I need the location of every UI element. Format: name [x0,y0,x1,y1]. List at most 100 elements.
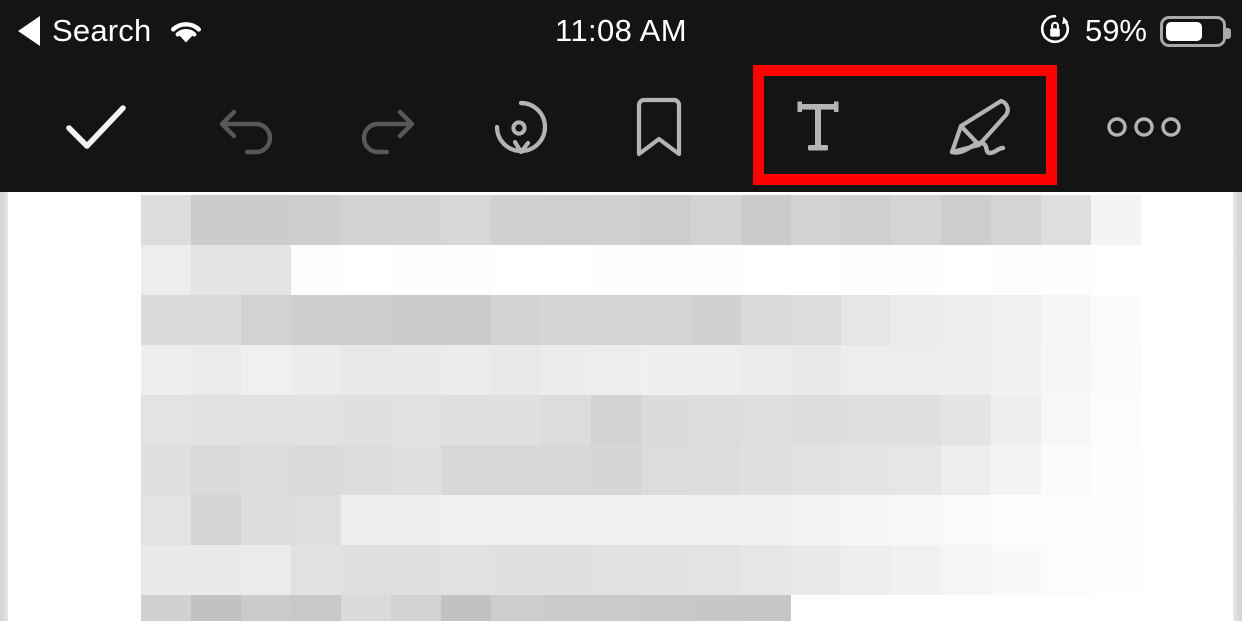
back-to-app-label[interactable]: Search [52,15,151,46]
blurred-text-block [741,295,791,345]
blurred-text-block [141,195,191,245]
blurred-text-block [891,195,941,245]
blurred-text-block [441,195,491,245]
blurred-text-block [441,595,491,621]
blurred-text-block [141,495,191,545]
blurred-text-block [741,345,791,395]
blurred-text-block [941,495,991,545]
blurred-text-block [941,295,991,345]
blurred-text-block [141,245,191,295]
blurred-text-block [741,495,791,545]
blurred-text-block [191,345,241,395]
blurred-text-line [141,245,1141,295]
blurred-text-block [691,195,741,245]
blurred-text-block [341,545,391,595]
blurred-text-block [1041,545,1091,595]
blurred-text-block [491,395,541,445]
blurred-text-block [541,195,591,245]
document-viewer[interactable] [0,192,1242,621]
blurred-text-block [891,445,941,495]
blurred-text-block [691,495,741,545]
blurred-text-block [591,245,641,295]
blurred-text-block [991,595,1041,621]
pdf-annotation-screen: Search 11:08 AM 59% [0,0,1242,621]
blurred-text-block [141,395,191,445]
blurred-text-block [491,595,541,621]
blurred-text-block [1041,595,1091,621]
blurred-text-block [641,595,691,621]
blurred-text-block [541,545,591,595]
blurred-text-block [591,495,641,545]
text-tool-button[interactable] [768,62,868,192]
blurred-text-line [141,395,1141,445]
bookmark-button[interactable] [609,62,709,192]
blurred-text-block [791,595,841,621]
blurred-text-block [1041,495,1091,545]
blurred-text-block [491,495,541,545]
blurred-text-block [441,295,491,345]
blurred-text-block [491,245,541,295]
blurred-text-block [891,295,941,345]
blurred-text-block [991,345,1041,395]
blurred-text-block [841,195,891,245]
blurred-text-block [891,345,941,395]
three-circles-icon [1107,117,1181,137]
blurred-text-block [541,595,591,621]
blurred-text-block [341,295,391,345]
blurred-text-block [191,495,241,545]
blurred-text-block [1091,345,1141,395]
blurred-text-block [541,245,591,295]
blurred-text-block [641,545,691,595]
blurred-text-block [691,545,741,595]
blurred-text-block [791,395,841,445]
blurred-text-block [441,395,491,445]
blurred-text-block [291,395,341,445]
blurred-text-block [1041,345,1091,395]
more-options-button[interactable] [1094,62,1194,192]
blurred-text-block [841,345,891,395]
blurred-text-block [141,545,191,595]
blurred-text-block [441,445,491,495]
blurred-text-block [391,195,441,245]
blurred-text-block [291,545,341,595]
blurred-text-block [1091,545,1141,595]
blurred-text-block [841,295,891,345]
blurred-text-block [291,345,341,395]
document-page[interactable] [8,192,1233,621]
redo-button[interactable] [335,62,435,192]
rotate-button[interactable] [471,62,571,192]
blurred-text-block [241,345,291,395]
blurred-text-block [691,445,741,495]
blurred-text-block [841,395,891,445]
blurred-text-block [891,495,941,545]
status-bar: Search 11:08 AM 59% [0,0,1242,62]
blurred-text-block [741,445,791,495]
blurred-text-block [641,345,691,395]
blurred-text-block [1041,395,1091,445]
blurred-text-line [141,295,1141,345]
blurred-text-block [241,595,291,621]
blurred-text-block [1091,295,1141,345]
blurred-text-block [991,195,1041,245]
undo-button[interactable] [199,62,299,192]
check-icon [66,105,126,149]
blurred-text-block [1041,245,1091,295]
blurred-text-block [141,295,191,345]
blurred-text-block [741,545,791,595]
back-triangle-icon[interactable] [18,16,40,46]
blurred-text-block [891,545,941,595]
text-serif-t-icon [797,101,839,151]
blurred-text-block [1041,445,1091,495]
blurred-text-block [191,395,241,445]
blurred-text-block [991,245,1041,295]
signature-tool-button[interactable] [930,62,1030,192]
blurred-text-block [391,295,441,345]
right-gutter [1233,192,1242,621]
blurred-text-block [191,595,241,621]
blurred-text-block [341,595,391,621]
signature-pen-icon [949,98,1010,156]
battery-percent-label: 59% [1084,12,1147,48]
blurred-text-block [391,545,441,595]
blurred-text-block [891,395,941,445]
done-check-button[interactable] [46,62,146,192]
